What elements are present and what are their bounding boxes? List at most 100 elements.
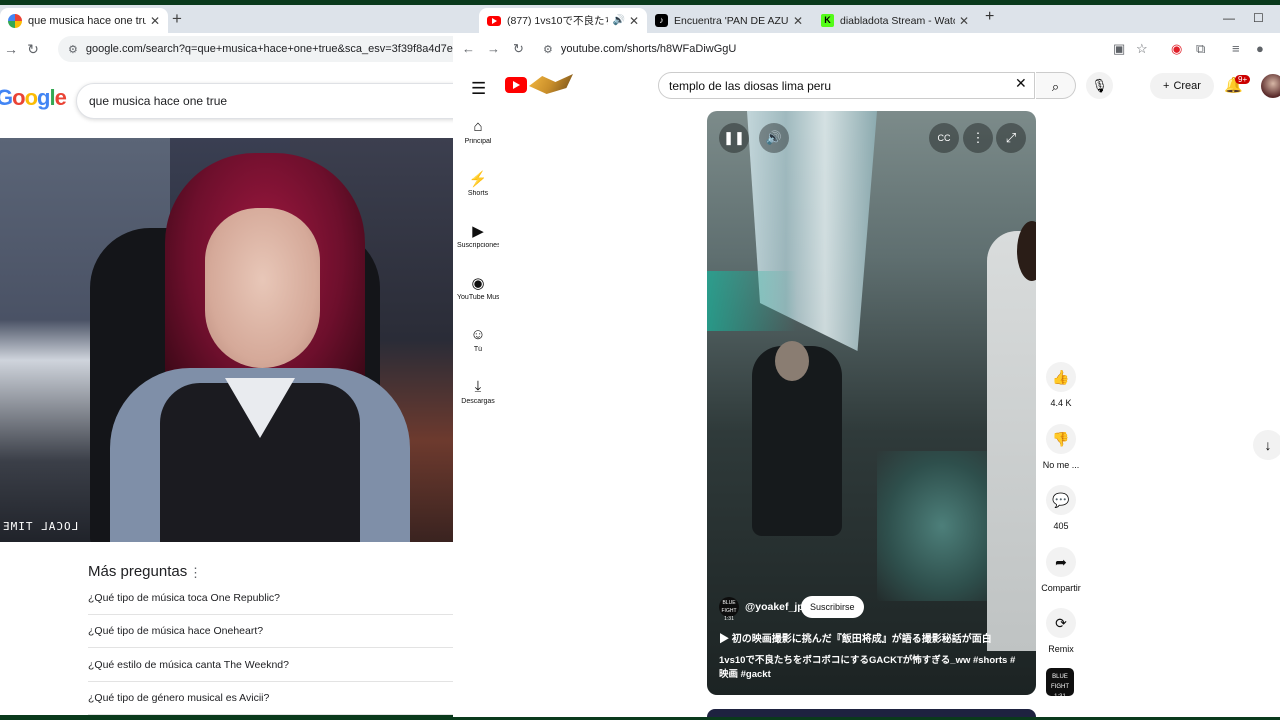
tab-title: diabladota Stream - Watch Live: [840, 14, 955, 27]
youtube-favicon-icon: [487, 15, 501, 26]
like-count: 4.4 K: [1050, 398, 1072, 408]
forward-icon[interactable]: →: [0, 41, 22, 57]
fullscreen-button[interactable]: ⤢: [996, 123, 1026, 153]
create-button[interactable]: + Crear: [1150, 73, 1214, 99]
mute-button[interactable]: 🔊: [759, 123, 789, 153]
youtube-search-input[interactable]: templo de las diosas lima peru: [658, 72, 1035, 99]
cast-icon[interactable]: ▣: [1113, 41, 1125, 57]
google-logo[interactable]: Google: [0, 85, 67, 111]
video-frame: [775, 341, 809, 381]
short-description[interactable]: 1vs10で不良たちをボコボコにするGACKTが怖すぎる_ww #shorts …: [719, 654, 1024, 682]
sidebar-item-downloads[interactable]: ⤓ Descargas: [457, 378, 499, 405]
close-tab-icon[interactable]: ✕: [793, 14, 803, 28]
menu-icon[interactable]: ☰: [471, 79, 486, 99]
tab-title: Encuentra 'PAN DE AZUCAR D: [674, 14, 789, 27]
left-toolbar: → ↻ ⚙ google.com/search?q=que+musica+hac…: [0, 33, 455, 65]
search-button[interactable]: ⌕: [1036, 72, 1076, 99]
left-tab-bar: que musica hace one true - Bus ✕ +: [0, 5, 455, 33]
address-bar[interactable]: ⚙ youtube.com/shorts/h8WFaDiwGgU: [535, 36, 1095, 62]
sidebar-item-home[interactable]: ⌂ Principal: [457, 118, 499, 145]
next-short-preview[interactable]: [707, 709, 1036, 717]
subscribe-button[interactable]: Suscribirse: [801, 596, 864, 618]
sidebar-item-subscriptions[interactable]: ▶ Suscripciones: [457, 222, 499, 249]
streamer-face: [205, 208, 320, 368]
forward-icon[interactable]: →: [487, 41, 500, 56]
like-button[interactable]: 👍 4.4 K: [1033, 362, 1089, 408]
back-icon[interactable]: ←: [462, 41, 475, 56]
notification-count-badge: 9+: [1235, 75, 1251, 84]
extensions-icon[interactable]: ⧉: [1196, 41, 1205, 57]
new-tab-icon[interactable]: +: [985, 8, 994, 26]
volume-icon: 🔊: [765, 130, 783, 145]
sidebar-item-you[interactable]: ☺ Tú: [457, 326, 499, 353]
kick-favicon-icon: K: [821, 14, 834, 27]
short-video-player[interactable]: ❚❚ 🔊 CC ⋮ ⤢ BLUE FIGHT 1:31 @yoakef_jp S…: [707, 111, 1036, 695]
sidebar-item-shorts[interactable]: ⚡ Shorts: [457, 170, 499, 197]
minimize-icon[interactable]: —: [1223, 11, 1235, 25]
subscriptions-icon: ▶: [472, 223, 484, 240]
youtube-logo-icon[interactable]: [505, 77, 527, 93]
profile-icon[interactable]: ●: [1256, 41, 1264, 56]
pause-button[interactable]: ❚❚: [719, 123, 749, 153]
comment-count: 405: [1053, 521, 1069, 531]
audio-playing-icon[interactable]: 🔊: [612, 15, 624, 26]
next-short-button[interactable]: ↓: [1253, 430, 1280, 460]
tab-tiktok[interactable]: ♪ Encuentra 'PAN DE AZUCAR D ✕: [647, 8, 811, 33]
captions-icon: CC: [937, 133, 951, 143]
tab-title: (877) 1vs10で不良たちをボコボコ: [507, 15, 608, 27]
maximize-icon[interactable]: ☐: [1253, 11, 1264, 25]
more-options-icon[interactable]: ⋮: [189, 565, 202, 581]
clear-search-icon[interactable]: ✕: [1015, 75, 1027, 92]
close-tab-icon[interactable]: ✕: [959, 14, 969, 28]
sidebar-item-music[interactable]: ◉ YouTube Music: [457, 274, 499, 301]
site-info-icon[interactable]: ⚙: [543, 43, 553, 56]
search-icon: ⌕: [1051, 79, 1060, 94]
shorts-icon: ⚡: [468, 171, 488, 188]
more-vertical-icon: ⋮: [971, 130, 985, 145]
tab-title: que musica hace one true - Bus: [28, 14, 146, 27]
question-item[interactable]: ¿Qué tipo de música hace Oneheart?: [88, 625, 453, 648]
comments-button[interactable]: 💬 405: [1033, 485, 1089, 531]
channel-name[interactable]: @yoakef_jp: [745, 601, 804, 613]
share-button[interactable]: ➦ Compartir: [1033, 547, 1089, 593]
tab-google-search[interactable]: que musica hace one true - Bus ✕: [0, 8, 168, 33]
question-item[interactable]: ¿Qué tipo de música toca One Republic?: [88, 592, 453, 615]
captions-button[interactable]: CC: [929, 123, 959, 153]
opera-extension-icon[interactable]: ◉: [1171, 41, 1182, 57]
site-info-icon[interactable]: ⚙: [68, 43, 78, 56]
search-input[interactable]: que musica hace one true: [76, 83, 455, 119]
more-options-button[interactable]: ⋮: [963, 123, 993, 153]
question-item[interactable]: ¿Qué estilo de música canta The Weeknd?: [88, 659, 453, 682]
dislike-button[interactable]: 👎 No me ...: [1033, 424, 1089, 470]
account-avatar[interactable]: [1261, 74, 1280, 98]
youtube-doodle[interactable]: [529, 74, 573, 94]
tab-kick[interactable]: K diabladota Stream - Watch Live ✕: [813, 8, 977, 33]
new-tab-icon[interactable]: +: [172, 9, 182, 29]
arrow-down-icon: ↓: [1264, 437, 1272, 453]
sound-channel-avatar[interactable]: BLUE FIGHT 1:31: [1046, 668, 1074, 700]
close-tab-icon[interactable]: ✕: [629, 14, 639, 28]
voice-search-button[interactable]: 🎙: [1086, 72, 1113, 99]
sound-title: 初の映画撮影に挑んだ『飯田将成』が語る撮影秘話が面白: [731, 634, 992, 645]
create-label: Crear: [1173, 80, 1201, 92]
download-icon: ⤓: [474, 378, 482, 395]
reload-icon[interactable]: ↻: [22, 41, 44, 58]
tab-youtube-short[interactable]: (877) 1vs10で不良たちをボコボコ 🔊 ✕: [479, 8, 647, 33]
remix-label: Remix: [1048, 644, 1074, 654]
close-tab-icon[interactable]: ✕: [150, 14, 160, 28]
sound-link[interactable]: ▶ 初の映画撮影に挑んだ『飯田将成』が語る撮影秘話が面白: [719, 630, 992, 645]
thumbs-up-icon: 👍: [1046, 362, 1076, 392]
youtube-music-icon: ◉: [471, 275, 485, 292]
reload-icon[interactable]: ↻: [513, 41, 524, 57]
home-icon: ⌂: [473, 118, 483, 135]
bookmark-star-icon[interactable]: ☆: [1136, 41, 1148, 57]
question-item[interactable]: ¿Qué tipo de género musical es Avicii?: [88, 692, 453, 715]
google-favicon-icon: [8, 13, 22, 28]
tab-search-icon[interactable]: ≡: [1232, 41, 1240, 56]
thumbs-down-icon: 👎: [1046, 424, 1076, 454]
remix-button[interactable]: ⟳ Remix: [1033, 608, 1089, 654]
address-bar[interactable]: ⚙ google.com/search?q=que+musica+hace+on…: [58, 36, 455, 62]
channel-avatar[interactable]: BLUE FIGHT 1:31: [719, 597, 739, 622]
webcam-time-overlay: LOCAL TIME: [2, 520, 79, 533]
remix-icon: ⟳: [1046, 608, 1076, 638]
